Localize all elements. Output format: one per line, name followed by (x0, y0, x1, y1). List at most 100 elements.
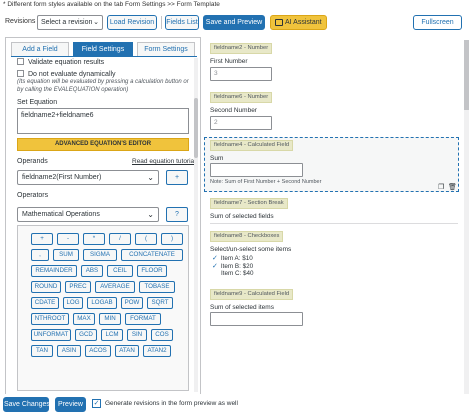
operator-open-paren-button[interactable]: ( (135, 233, 157, 245)
no-eval-row[interactable]: Do not evaluate dynamically (17, 70, 116, 78)
trash-icon[interactable]: 🗑 (448, 183, 457, 191)
revision-select[interactable]: Select a revision ⌄ (37, 15, 103, 30)
chevron-down-icon: ⌄ (147, 210, 154, 219)
field-tag-fieldname6[interactable]: fieldname6 - Number (210, 92, 273, 103)
field-tag-fieldname7[interactable]: fieldname7 - Section Break (210, 198, 288, 209)
operator-minus-button[interactable]: - (57, 233, 79, 245)
operator-nthroot-button[interactable]: NTHROOT (31, 313, 69, 325)
item-a-checkbox[interactable]: ✓ Item A: $10 (212, 254, 253, 262)
operator-group-select[interactable]: Mathematical Operations ⌄ (17, 207, 159, 222)
tab-field-settings[interactable]: Field Settings (73, 42, 133, 56)
read-equation-tutorial-link[interactable]: Read equation tutorial (132, 158, 196, 165)
operands-label: Operands (17, 158, 48, 165)
item-c-checkbox[interactable]: Item C: $40 (221, 270, 254, 277)
first-number-input[interactable]: 3 (210, 67, 272, 81)
section-divider (210, 223, 458, 224)
ai-assistant-label: AI Assistant (285, 19, 322, 26)
operator-lcm-button[interactable]: LCM (101, 329, 123, 341)
chevron-down-icon: ⌄ (93, 19, 99, 26)
operator-sigma-button[interactable]: SIGMA (83, 249, 117, 261)
operator-close-paren-button[interactable]: ) (161, 233, 183, 245)
add-operand-button[interactable]: + (166, 170, 188, 185)
panel-tabs: Add a Field Field Settings Form Settings (11, 42, 197, 56)
set-equation-label: Set Equation (17, 99, 58, 106)
operand-select[interactable]: fieldname2(First Number) ⌄ (17, 170, 159, 185)
operator-multiply-button[interactable]: * (83, 233, 105, 245)
validate-equation-checkbox[interactable] (17, 58, 24, 65)
save-and-preview-button[interactable]: Save and Preview (203, 15, 265, 30)
preview-button[interactable]: Preview (55, 397, 86, 412)
preview-scrollbar-thumb[interactable] (464, 40, 469, 110)
generate-revisions-checkbox[interactable]: ✓ (92, 399, 101, 408)
operator-cdate-button[interactable]: CDATE (31, 297, 59, 309)
no-eval-hint: (Its equation will be evaluated by press… (17, 79, 189, 93)
operator-floor-button[interactable]: FLOOR (137, 265, 167, 277)
operator-log-button[interactable]: LOG (63, 297, 83, 309)
fullscreen-button[interactable]: Fullscreen (413, 15, 462, 30)
preview-scrollbar[interactable] (464, 40, 469, 395)
chevron-down-icon: ⌄ (147, 173, 154, 182)
save-changes-button[interactable]: Save Changes (3, 397, 50, 412)
operator-atan-button[interactable]: ATAN (115, 345, 139, 357)
operator-sqrt-button[interactable]: SQRT (147, 297, 173, 309)
validate-equation-row[interactable]: Validate equation results (17, 58, 104, 66)
operator-unformat-button[interactable]: UNFORMAT (31, 329, 71, 341)
select-items-label: Select/un-select some items (210, 246, 292, 253)
operator-abs-button[interactable]: ABS (81, 265, 103, 277)
operators-grid: + - * / ( ) , SUM SIGMA CONCATENATE REMA… (17, 225, 189, 391)
operator-sum-button[interactable]: SUM (53, 249, 79, 261)
advanced-equation-editor-button[interactable]: ADVANCED EQUATION'S EDITOR (17, 138, 189, 151)
operator-comma-button[interactable]: , (31, 249, 49, 261)
operator-ceil-button[interactable]: CEIL (107, 265, 133, 277)
second-number-input[interactable]: 2 (210, 116, 272, 130)
field-tag-fieldname2[interactable]: fieldname2 - Number (210, 43, 273, 54)
operator-tan-button[interactable]: TAN (31, 345, 53, 357)
operator-plus-button[interactable]: + (31, 233, 53, 245)
operator-acos-button[interactable]: ACOS (85, 345, 111, 357)
equation-textarea[interactable]: fieldname2+fieldname6 (17, 108, 189, 134)
operator-round-button[interactable]: ROUND (31, 281, 61, 293)
tab-add-a-field[interactable]: Add a Field (11, 42, 69, 56)
no-eval-checkbox[interactable] (17, 70, 24, 77)
operator-average-button[interactable]: AVERAGE (95, 281, 135, 293)
operator-prec-button[interactable]: PREC (65, 281, 91, 293)
operators-help-button[interactable]: ? (166, 207, 188, 222)
operator-asin-button[interactable]: ASIN (57, 345, 81, 357)
item-b-label: Item B: $20 (220, 263, 254, 270)
operator-min-button[interactable]: MIN (99, 313, 121, 325)
operator-logab-button[interactable]: LOGAB (87, 297, 117, 309)
operator-group-value: Mathematical Operations (22, 211, 100, 218)
operator-concatenate-button[interactable]: CONCATENATE (121, 249, 183, 261)
chat-icon (275, 19, 283, 26)
fields-list-button[interactable]: Fields List (165, 15, 199, 30)
load-revision-button[interactable]: Load Revision (107, 15, 157, 30)
duplicate-icon[interactable]: ❐ (438, 183, 444, 191)
first-number-label: First Number (210, 58, 248, 65)
operator-format-button[interactable]: FORMAT (125, 313, 161, 325)
operator-max-button[interactable]: MAX (73, 313, 95, 325)
operator-tobase-button[interactable]: TOBASE (139, 281, 175, 293)
field-tag-fieldname4[interactable]: fieldname4 - Calculated Field (210, 140, 294, 151)
field-settings-content[interactable]: Validate equation results Do not evaluat… (11, 57, 197, 393)
item-a-label: Item A: $10 (220, 255, 253, 262)
tab-form-settings[interactable]: Form Settings (137, 42, 195, 56)
operator-gcd-button[interactable]: GCD (75, 329, 97, 341)
ai-assistant-button[interactable]: AI Assistant (270, 15, 327, 30)
field-tag-fieldname9[interactable]: fieldname9 - Calculated Field (210, 289, 294, 300)
field-tag-fieldname8[interactable]: fieldname8 - Checkboxes (210, 231, 284, 242)
operator-remainder-button[interactable]: REMAINDER (31, 265, 77, 277)
operator-cos-button[interactable]: COS (151, 329, 173, 341)
item-c-label: Item C: $40 (221, 270, 254, 277)
operators-label: Operators (17, 192, 49, 199)
toolbar: Revisions Select a revision ⌄ Load Revis… (0, 13, 474, 33)
item-b-checkbox[interactable]: ✓ Item B: $20 (212, 262, 253, 270)
sum-selected-items-input[interactable] (210, 312, 303, 326)
settings-scrollbar[interactable] (194, 58, 198, 392)
sum-input[interactable] (210, 163, 303, 177)
second-number-label: Second Number (210, 107, 257, 114)
operator-atan2-button[interactable]: ATAN2 (143, 345, 171, 357)
operator-divide-button[interactable]: / (109, 233, 131, 245)
operator-sin-button[interactable]: SIN (127, 329, 147, 341)
settings-scrollbar-thumb[interactable] (194, 98, 198, 158)
operator-pow-button[interactable]: POW (121, 297, 143, 309)
